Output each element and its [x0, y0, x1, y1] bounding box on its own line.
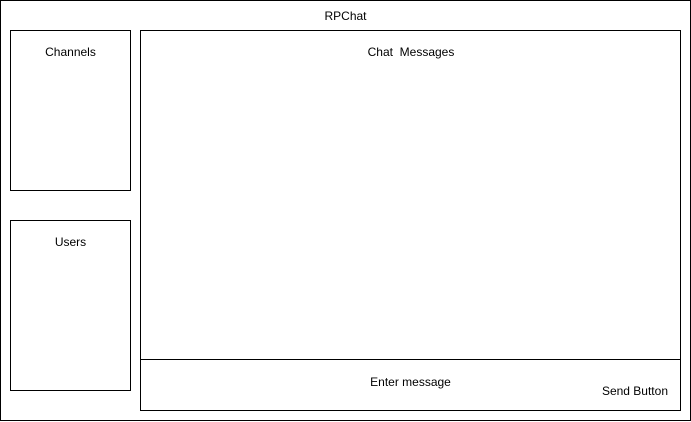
users-label: Users	[54, 235, 87, 249]
app-title: RPChat	[324, 9, 367, 23]
channels-label: Channels	[45, 45, 96, 59]
channels-panel[interactable]: Channels	[10, 30, 131, 191]
chat-messages-label: Chat Messages	[367, 45, 455, 59]
message-input-area: Enter message Send Button	[141, 359, 680, 410]
message-input[interactable]: Enter message	[141, 375, 680, 389]
chat-messages-panel: Chat Messages Enter message Send Button	[140, 30, 681, 411]
users-panel[interactable]: Users	[10, 220, 131, 391]
send-button[interactable]: Send Button	[602, 384, 668, 398]
